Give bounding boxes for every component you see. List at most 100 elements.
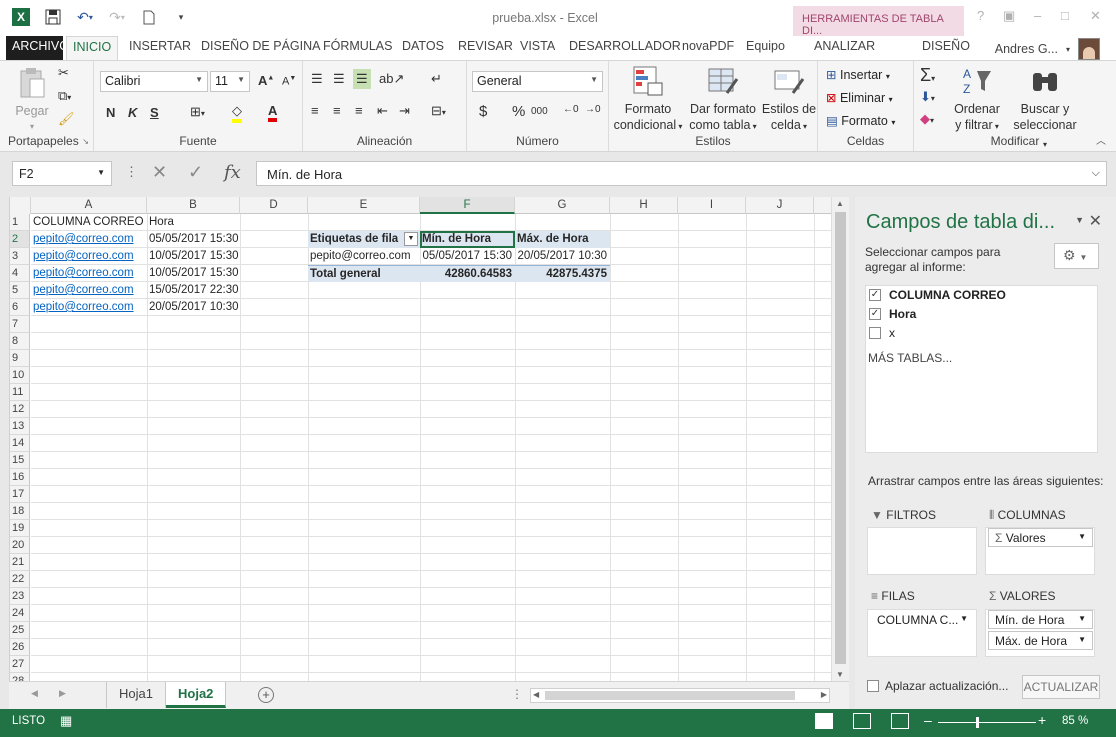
pane-options-chevron-icon[interactable]: ▼ — [1075, 215, 1084, 225]
increase-indent-icon[interactable]: ⇥ — [399, 103, 410, 119]
row-header-9[interactable]: 9 — [10, 350, 30, 367]
field-item-x[interactable]: x — [869, 324, 895, 341]
row-header-20[interactable]: 20 — [10, 537, 30, 554]
percent-button[interactable]: % — [512, 103, 525, 120]
row-header-5[interactable]: 5 — [10, 282, 30, 299]
row-header-22[interactable]: 22 — [10, 571, 30, 588]
decrease-indent-icon[interactable]: ⇤ — [377, 103, 388, 119]
save-icon[interactable] — [44, 8, 62, 26]
underline-button[interactable]: S — [150, 105, 159, 120]
horizontal-scroll-thumb[interactable] — [545, 691, 795, 700]
autosum-icon[interactable]: Σ▾ — [920, 65, 935, 86]
italic-button[interactable]: K — [128, 105, 137, 120]
zoom-in-icon[interactable]: + — [1038, 712, 1046, 728]
row-header-21[interactable]: 21 — [10, 554, 30, 571]
tab-formulas[interactable]: FÓRMULAS — [317, 36, 398, 60]
row-header-15[interactable]: 15 — [10, 452, 30, 469]
cell-b1[interactable]: Hora — [147, 214, 240, 231]
zoom-slider[interactable] — [938, 717, 1036, 728]
column-header-d[interactable]: D — [240, 197, 308, 214]
row-header-13[interactable]: 13 — [10, 418, 30, 435]
currency-button[interactable]: $ — [479, 103, 487, 120]
shrink-font-icon[interactable]: A▼ — [282, 75, 296, 88]
row-header-11[interactable]: 11 — [10, 384, 30, 401]
row-header-18[interactable]: 18 — [10, 503, 30, 520]
row-header-12[interactable]: 12 — [10, 401, 30, 418]
thousands-separator-button[interactable]: 000 — [531, 106, 548, 117]
tab-diseno-pagina[interactable]: DISEÑO DE PÁGINA — [195, 36, 326, 60]
row-header-19[interactable]: 19 — [10, 520, 30, 537]
expand-formula-chevron-icon[interactable]: ⌵ — [1092, 167, 1100, 180]
worksheet-grid[interactable]: A B D E F G H I J 1 2 3 4 5 6 7 8 9 10 11 12 13 14 15 1… — [9, 197, 831, 681]
cell-g2[interactable]: Máx. de Hora — [515, 231, 610, 248]
row-header-26[interactable]: 26 — [10, 639, 30, 656]
cell-f2-selected[interactable]: Mín. de Hora — [420, 231, 515, 248]
bold-button[interactable]: N — [106, 105, 115, 120]
tab-archivo[interactable]: ARCHIVO — [6, 36, 69, 60]
row-header-1[interactable]: 1 — [10, 214, 30, 231]
row-header-16[interactable]: 16 — [10, 469, 30, 486]
close-pane-icon[interactable]: ✕ — [1089, 211, 1102, 231]
fill-icon[interactable]: ⬇▾ — [920, 89, 935, 105]
cell-a6[interactable]: pepito@correo.com — [31, 299, 147, 316]
user-account[interactable]: Andres G... ▾ — [995, 38, 1100, 60]
orientation-icon[interactable]: ab↗ — [379, 71, 404, 87]
checkbox-unchecked[interactable] — [869, 326, 881, 339]
cell-b2[interactable]: 05/05/2017 15:30 — [147, 231, 240, 248]
close-window-icon[interactable]: ✕ — [1090, 8, 1101, 24]
tab-inicio[interactable]: INICIO — [66, 36, 119, 61]
redo-icon[interactable]: ↷ ▾ — [108, 8, 126, 26]
next-sheet-icon[interactable]: ▶ — [59, 688, 66, 699]
cell-a2[interactable]: pepito@correo.com — [31, 231, 147, 248]
columns-item-valores[interactable]: Σ Valores ▼ — [988, 528, 1093, 547]
scroll-down-icon[interactable]: ▼ — [836, 670, 844, 679]
cell-g4[interactable]: 42875.4375 — [515, 265, 610, 282]
row-header-2[interactable]: 2 — [10, 231, 30, 248]
wrap-text-icon[interactable]: ↵ — [431, 71, 442, 87]
row-header-17[interactable]: 17 — [10, 486, 30, 503]
align-left-icon[interactable]: ≡ — [311, 103, 319, 118]
page-layout-view-icon[interactable] — [853, 713, 871, 729]
number-format-select[interactable]: General ▼ — [472, 71, 603, 92]
zoom-out-icon[interactable]: – — [924, 712, 932, 728]
cell-f3[interactable]: 05/05/2017 15:30 — [420, 248, 515, 265]
customize-qat-icon[interactable]: ▾ — [172, 8, 190, 26]
align-middle-icon[interactable]: ☰ — [333, 71, 345, 87]
checkbox-unchecked[interactable] — [867, 680, 879, 692]
font-size-select[interactable]: 11 ▼ — [210, 71, 250, 92]
row-header-14[interactable]: 14 — [10, 435, 30, 452]
align-right-icon[interactable]: ≡ — [355, 103, 363, 118]
horizontal-scrollbar[interactable]: ◀ ▶ — [530, 688, 830, 703]
filter-dropdown-icon[interactable]: ▼ — [404, 232, 418, 246]
field-list-settings-button[interactable]: ⚙ ▼ — [1054, 243, 1099, 269]
cell-a3[interactable]: pepito@correo.com — [31, 248, 147, 265]
row-header-3[interactable]: 3 — [10, 248, 30, 265]
tab-diseno[interactable]: DISEÑO — [916, 36, 976, 60]
sort-filter-button[interactable]: AZ Ordenar y filtrar ▾ — [952, 65, 1002, 135]
font-color-icon[interactable]: A — [268, 103, 278, 122]
cell-e3[interactable]: pepito@correo.com — [308, 248, 420, 265]
tab-desarrollador[interactable]: DESARROLLADOR — [563, 36, 687, 60]
previous-sheet-icon[interactable]: ◀ — [31, 688, 38, 699]
tab-novapdf[interactable]: novaPDF — [676, 36, 740, 60]
column-header-j[interactable]: J — [746, 197, 814, 214]
cell-a4[interactable]: pepito@correo.com — [31, 265, 147, 282]
filters-drop-area[interactable] — [867, 527, 977, 575]
increase-decimal-icon[interactable]: ←0 — [563, 104, 579, 115]
cell-b5[interactable]: 15/05/2017 22:30 — [147, 282, 240, 299]
cell-styles-button[interactable]: Estilos de celda ▾ — [761, 65, 817, 135]
insert-cells-button[interactable]: ⊞ Insertar ▾ — [826, 67, 890, 82]
clear-icon[interactable]: ◆▾ — [920, 111, 934, 127]
tab-insertar[interactable]: INSERTAR — [123, 36, 197, 60]
cancel-entry-icon[interactable]: ✕ — [152, 162, 167, 183]
tab-vista[interactable]: VISTA — [514, 36, 561, 60]
row-header-23[interactable]: 23 — [10, 588, 30, 605]
row-header-4[interactable]: 4 — [10, 265, 30, 282]
column-header-e[interactable]: E — [308, 197, 420, 214]
copy-icon[interactable]: ⧉▾ — [58, 88, 71, 104]
font-name-select[interactable]: Calibri ▼ — [100, 71, 208, 92]
page-break-view-icon[interactable] — [891, 713, 909, 729]
checkbox-checked[interactable]: ✓ — [869, 307, 881, 320]
columns-drop-area[interactable]: Σ Valores ▼ — [985, 527, 1095, 575]
borders-icon[interactable]: ⊞▾ — [190, 104, 205, 120]
